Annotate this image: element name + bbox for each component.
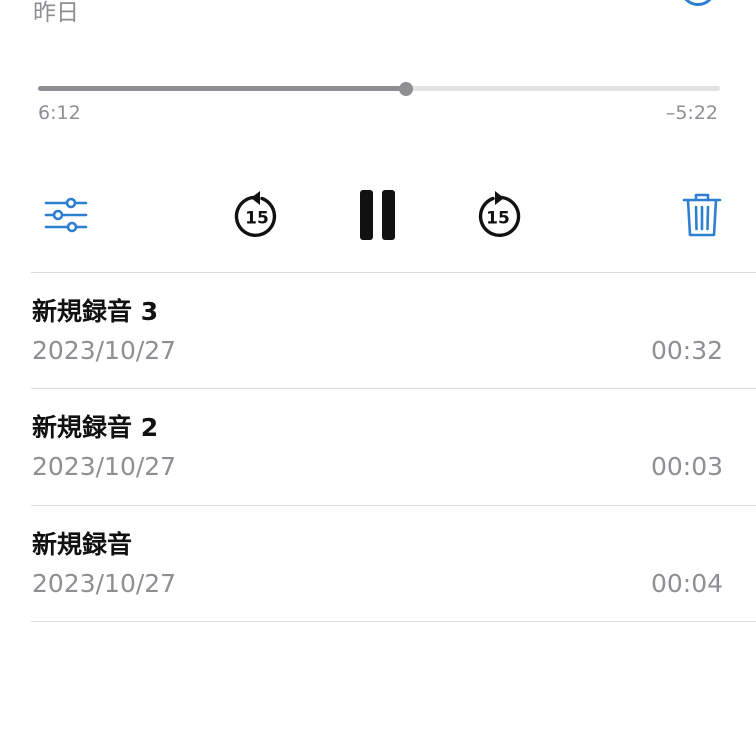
list-item[interactable]: 新規録音 3 2023/10/27 00:32 [0, 273, 756, 388]
scrubber-track[interactable] [38, 86, 720, 91]
scrubber-thumb[interactable] [399, 82, 414, 96]
list-item[interactable]: 新規録音 2 2023/10/27 00:03 [0, 389, 756, 504]
options-button[interactable] [34, 180, 98, 250]
recording-date: 2023/10/27 [32, 452, 177, 481]
recording-date-label: 昨日 [33, 0, 79, 26]
trash-icon [682, 193, 722, 237]
circle-icon[interactable] [680, 0, 716, 6]
list-item[interactable]: 新規録音 2023/10/27 00:04 [0, 506, 756, 621]
pause-icon [360, 190, 395, 240]
remaining-time: –5:22 [665, 102, 718, 124]
recording-duration: 00:32 [650, 336, 723, 365]
delete-button[interactable] [670, 180, 734, 250]
recording-title: 新規録音 [32, 530, 133, 559]
skip-back-seconds: 15 [245, 209, 269, 229]
gobackward-15-icon: 15 [234, 191, 277, 238]
recording-duration: 00:03 [650, 452, 723, 481]
elapsed-time: 6:12 [38, 102, 81, 124]
pause-button[interactable] [346, 180, 410, 250]
recording-detail-screen: 昨日 6:12 –5:22 15 15 新規録音 3 2023/10/27 00… [0, 0, 756, 756]
skip-back-button[interactable]: 15 [225, 180, 289, 250]
goforward-15-icon: 15 [478, 191, 521, 238]
playback-scrubber[interactable] [38, 82, 720, 96]
skip-forward-button[interactable]: 15 [466, 180, 530, 250]
sliders-icon [44, 197, 88, 233]
playback-controls: 15 15 [0, 180, 756, 250]
recording-date: 2023/10/27 [32, 569, 177, 598]
recording-title: 新規録音 3 [32, 297, 159, 326]
recording-title: 新規録音 2 [32, 413, 159, 442]
recording-duration: 00:04 [650, 569, 723, 598]
skip-forward-seconds: 15 [486, 209, 510, 229]
scrubber-progress [38, 86, 407, 91]
divider [31, 621, 756, 622]
recording-date: 2023/10/27 [32, 336, 177, 365]
